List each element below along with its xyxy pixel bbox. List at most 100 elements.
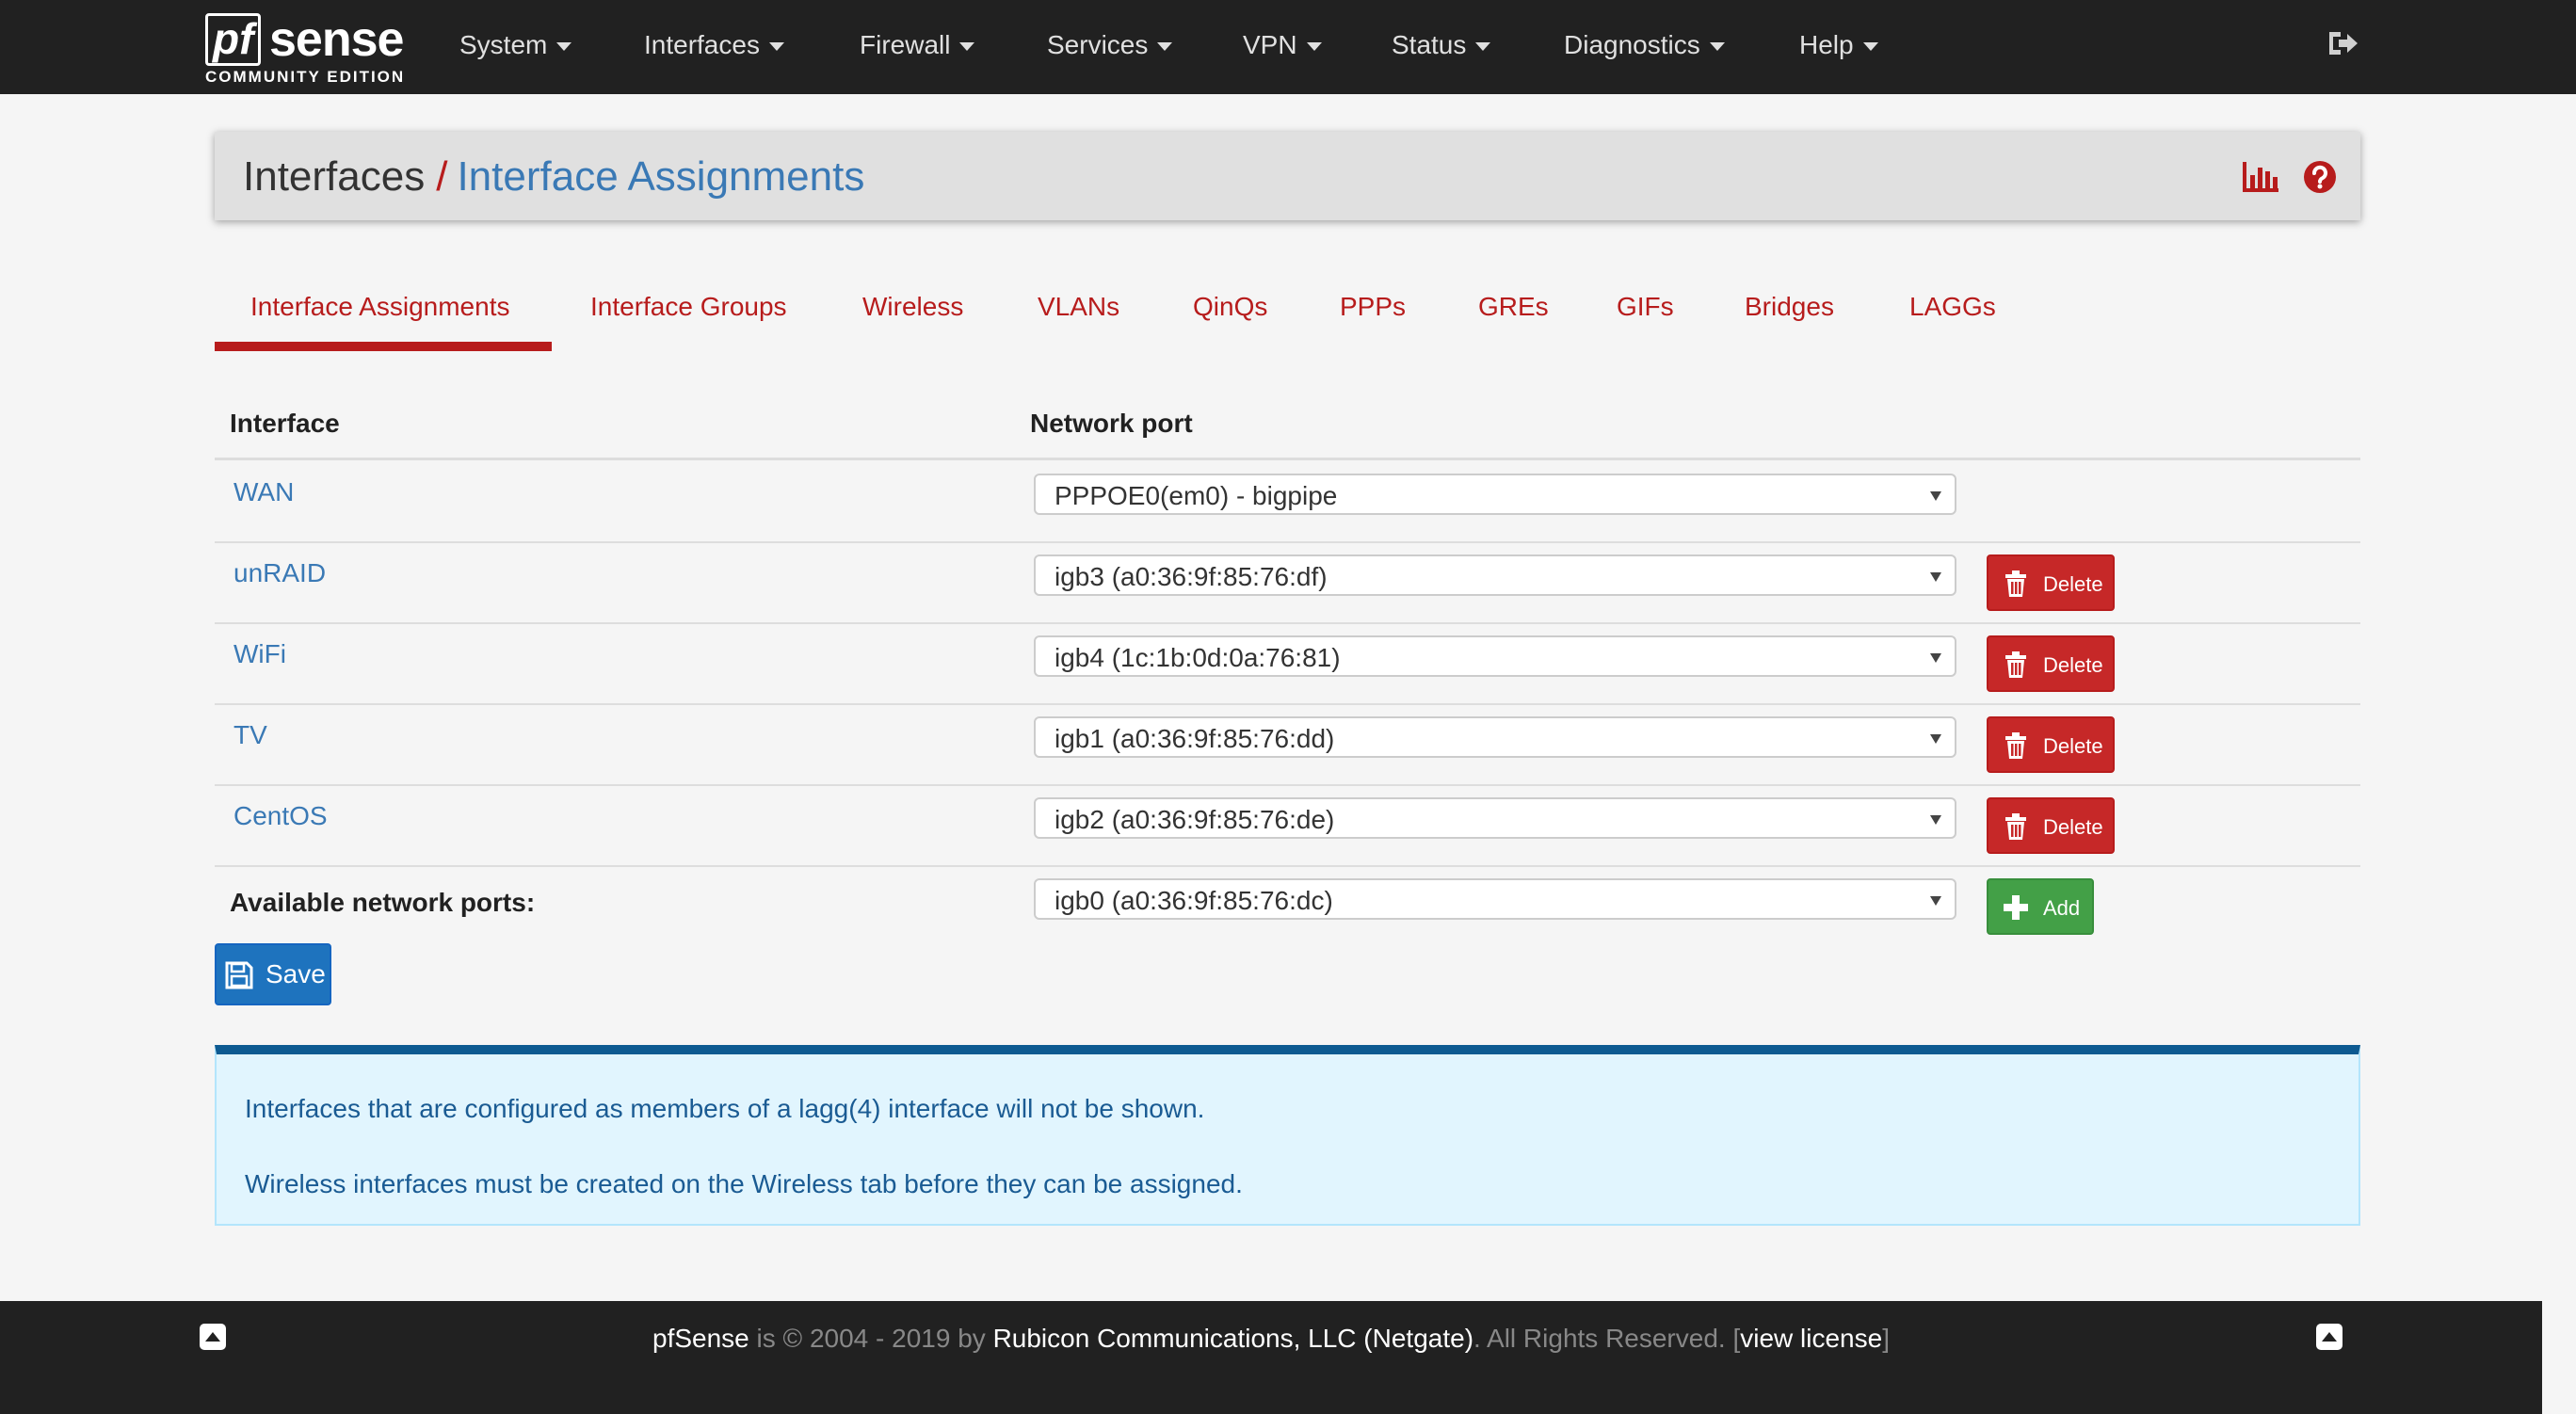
sign-out-icon[interactable] — [2326, 26, 2359, 60]
select-value: igb2 (a0:36:9f:85:76:de) — [1055, 805, 1335, 834]
delete-button-label: Delete — [2043, 815, 2103, 839]
dropdown-arrow-icon — [1930, 734, 1941, 744]
dropdown-arrow-icon — [1930, 491, 1941, 501]
footer-company-link[interactable]: Rubicon Communications, LLC (Netgate) — [993, 1324, 1473, 1353]
interface-link-wan[interactable]: WAN — [233, 474, 294, 511]
tab-qinqs[interactable]: QinQs — [1193, 286, 1267, 328]
nav-system-label: System — [459, 30, 548, 59]
save-disk-icon — [225, 961, 253, 989]
footer-is: is — [756, 1324, 776, 1353]
delete-button-label: Delete — [2043, 734, 2103, 758]
breadcrumb: Interfaces / Interface Assignments — [243, 151, 864, 203]
delete-button-tv[interactable]: Delete — [1987, 716, 2115, 773]
nav-firewall-label: Firewall — [860, 30, 951, 59]
tab-vlans[interactable]: VLANs — [1038, 286, 1119, 328]
footer-rights: . All Rights Reserved. [ — [1473, 1324, 1741, 1353]
tab-laggs[interactable]: LAGGs — [1909, 286, 1996, 328]
table-row: WAN PPPOE0(em0) - bigpipe — [215, 460, 2360, 543]
delete-button-label: Delete — [2043, 572, 2103, 596]
network-port-select-wan[interactable]: PPPOE0(em0) - bigpipe — [1034, 474, 1956, 515]
caret-down-icon — [556, 42, 572, 52]
network-port-select-tv[interactable]: igb1 (a0:36:9f:85:76:dd) — [1034, 716, 1956, 758]
delete-button-centos[interactable]: Delete — [1987, 797, 2115, 854]
available-port-select[interactable]: igb0 (a0:36:9f:85:76:dc) — [1034, 878, 1956, 920]
breadcrumb-parent: Interfaces — [243, 153, 426, 200]
dropdown-arrow-icon — [1930, 896, 1941, 906]
tab-interface-assignments[interactable]: Interface Assignments — [250, 286, 509, 328]
nav-interfaces-label: Interfaces — [644, 30, 760, 59]
scroll-top-icon[interactable] — [2314, 1322, 2344, 1352]
table-row: TV igb1 (a0:36:9f:85:76:dd) Delete — [215, 703, 2360, 786]
nav-help-label: Help — [1799, 30, 1854, 59]
network-port-select-wifi[interactable]: igb4 (1c:1b:0d:0a:76:81) — [1034, 635, 1956, 677]
select-value: igb1 (a0:36:9f:85:76:dd) — [1055, 724, 1335, 753]
add-button[interactable]: Add — [1987, 878, 2094, 935]
network-port-select-centos[interactable]: igb2 (a0:36:9f:85:76:de) — [1034, 797, 1956, 839]
info-alert: Interfaces that are configured as member… — [215, 1045, 2360, 1226]
caret-down-icon — [768, 42, 784, 52]
save-button-label: Save — [266, 959, 326, 988]
delete-button-unraid[interactable]: Delete — [1987, 554, 2115, 611]
nav-system-menu[interactable]: System — [459, 26, 572, 64]
interface-link-centos[interactable]: CentOS — [233, 797, 328, 835]
delete-button-wifi[interactable]: Delete — [1987, 635, 2115, 692]
nav-status-menu[interactable]: Status — [1392, 26, 1491, 64]
page-footer: pfSense is © 2004 - 2019 by Rubicon Comm… — [0, 1301, 2542, 1414]
caret-down-icon — [1709, 42, 1725, 52]
info-lagg-note: Interfaces that are configured as member… — [245, 1094, 1205, 1123]
select-value: igb0 (a0:36:9f:85:76:dc) — [1055, 886, 1333, 915]
footer-copyright: pfSense is © 2004 - 2019 by Rubicon Comm… — [0, 1320, 2542, 1358]
tab-wireless[interactable]: Wireless — [862, 286, 963, 328]
breadcrumb-current[interactable]: Interface Assignments — [457, 153, 864, 200]
caret-down-icon — [1306, 42, 1322, 52]
trash-icon — [2005, 651, 2026, 678]
select-value: PPPOE0(em0) - bigpipe — [1055, 481, 1338, 510]
nav-firewall-menu[interactable]: Firewall — [860, 26, 975, 64]
nav-status-label: Status — [1392, 30, 1467, 59]
interface-link-wifi[interactable]: WiFi — [233, 635, 286, 673]
table-row: WiFi igb4 (1c:1b:0d:0a:76:81) Delete — [215, 622, 2360, 705]
nav-services-menu[interactable]: Services — [1047, 26, 1173, 64]
nav-vpn-label: VPN — [1243, 30, 1297, 59]
nav-vpn-menu[interactable]: VPN — [1243, 26, 1322, 64]
bar-chart-icon[interactable] — [2241, 160, 2280, 194]
select-value: igb4 (1c:1b:0d:0a:76:81) — [1055, 643, 1341, 672]
dropdown-arrow-icon — [1930, 572, 1941, 582]
tab-bridges[interactable]: Bridges — [1745, 286, 1834, 328]
available-ports-label: Available network ports: — [230, 888, 536, 917]
table-row: CentOS igb2 (a0:36:9f:85:76:de) Delete — [215, 784, 2360, 867]
caret-down-icon — [1475, 42, 1491, 52]
plus-icon — [2004, 895, 2028, 920]
logo-pf-mark: pf — [205, 13, 262, 66]
interface-link-unraid[interactable]: unRAID — [233, 554, 326, 592]
footer-product: pfSense — [652, 1324, 749, 1353]
select-value: igb3 (a0:36:9f:85:76:df) — [1055, 562, 1328, 591]
interface-link-tv[interactable]: TV — [233, 716, 267, 754]
question-circle-icon[interactable] — [2303, 160, 2337, 194]
add-button-label: Add — [2043, 896, 2081, 920]
tab-gifs[interactable]: GIFs — [1617, 286, 1674, 328]
tab-gres[interactable]: GREs — [1478, 286, 1549, 328]
tab-interface-groups[interactable]: Interface Groups — [590, 286, 787, 328]
network-port-select-unraid[interactable]: igb3 (a0:36:9f:85:76:df) — [1034, 554, 1956, 596]
tab-ppps[interactable]: PPPs — [1340, 286, 1406, 328]
footer-close-bracket: ] — [1882, 1324, 1890, 1353]
nav-services-label: Services — [1047, 30, 1149, 59]
pfsense-logo[interactable]: pf sense COMMUNITY EDITION — [203, 9, 411, 88]
nav-help-menu[interactable]: Help — [1799, 26, 1878, 64]
dropdown-arrow-icon — [1930, 815, 1941, 825]
logo-sense-text: sense — [269, 12, 404, 67]
breadcrumb-panel: Interfaces / Interface Assignments — [215, 132, 2360, 220]
trash-icon — [2005, 732, 2026, 759]
nav-interfaces-menu[interactable]: Interfaces — [644, 26, 784, 64]
available-ports-row: Available network ports: igb0 (a0:36:9f:… — [215, 865, 2360, 946]
column-header-network-port: Network port — [1030, 409, 1193, 438]
top-navbar: pf sense COMMUNITY EDITION System Interf… — [0, 0, 2576, 94]
save-button[interactable]: Save — [215, 943, 331, 1005]
nav-diagnostics-label: Diagnostics — [1564, 30, 1700, 59]
footer-license-link[interactable]: view license — [1740, 1324, 1882, 1353]
breadcrumb-separator: / — [436, 153, 448, 200]
logo-edition-text: COMMUNITY EDITION — [205, 68, 406, 86]
delete-button-label: Delete — [2043, 653, 2103, 677]
nav-diagnostics-menu[interactable]: Diagnostics — [1564, 26, 1725, 64]
